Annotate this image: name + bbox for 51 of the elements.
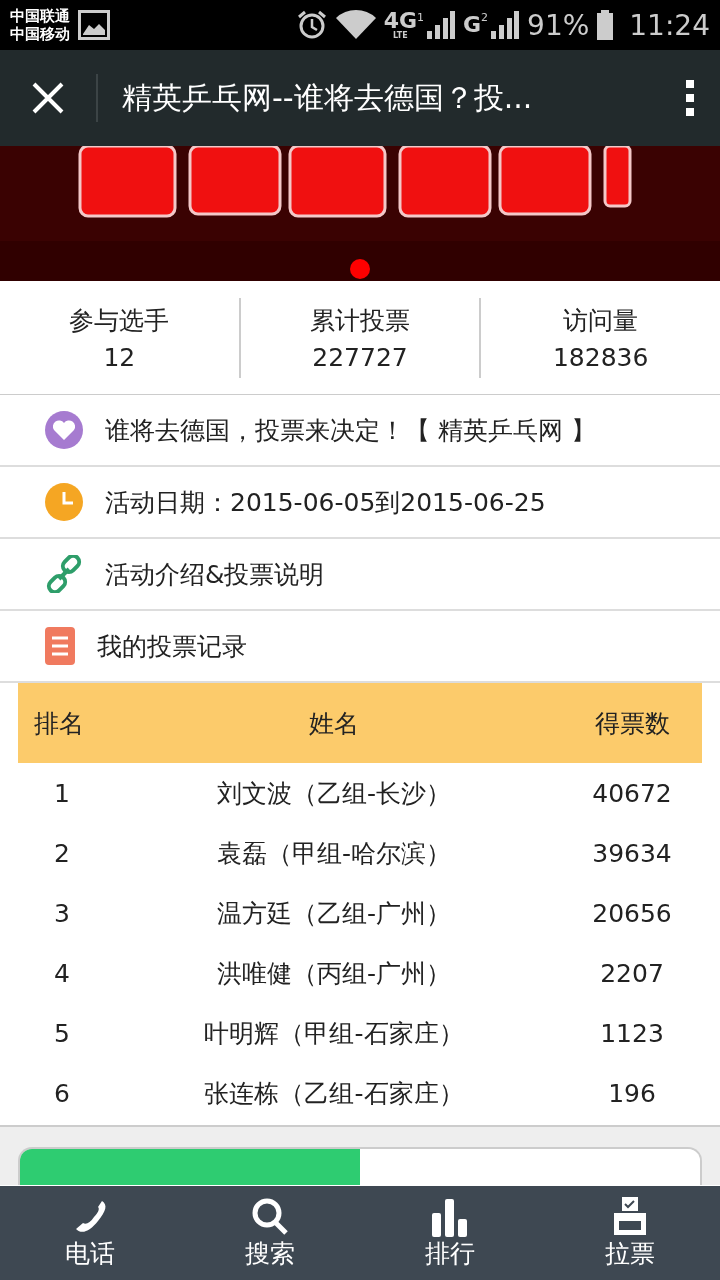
page-title: 精英乒乓网--谁将去德国？投... [122, 78, 534, 117]
battery-icon [597, 10, 614, 40]
link-icon [45, 555, 83, 593]
stat-label: 累计投票 [310, 304, 410, 337]
info-row[interactable]: 谁将去德国，投票来决定！【 精英乒乓网 】 [0, 395, 720, 467]
nav-item[interactable]: 拉票 [540, 1186, 720, 1280]
table-cell-text: 39634 [591, 838, 673, 868]
more-icon [686, 80, 694, 116]
table-cell-text: 6 [53, 1078, 71, 1108]
table-cell-text: 温方廷（乙组-广州） [216, 897, 452, 930]
stat-label: 访问量 [563, 304, 639, 337]
table-cell-text: 刘文波（乙组-长沙） [216, 777, 452, 810]
info-row[interactable]: 活动介绍&投票说明 [0, 539, 720, 611]
close-icon [31, 81, 65, 115]
info-row[interactable]: 活动日期：2015-06-05到2015-06-25 [0, 467, 720, 539]
table-cell-text: 5 [53, 1018, 71, 1048]
table-cell-text: 洪唯健（丙组-广州） [216, 957, 452, 990]
stat-value: 12 [103, 342, 136, 372]
battery-percent: 91% [527, 8, 590, 42]
table-cell-text: 袁磊（甲组-哈尔滨） [216, 837, 452, 870]
clock-time: 11:24 [629, 8, 710, 42]
column-header: 得票数 [593, 707, 671, 740]
stat-value: 182836 [552, 342, 649, 372]
table-cell-text: 叶明辉（甲组-石家庄） [203, 1017, 465, 1050]
wifi-icon [335, 10, 376, 40]
nav-item[interactable]: 搜索 [180, 1186, 360, 1280]
table-cell-text: 20656 [591, 898, 673, 928]
table-cell-text: 3 [53, 898, 71, 928]
stat-value: 227727 [312, 342, 408, 372]
alarm-icon [295, 9, 328, 41]
stat-label: 参与选手 [69, 304, 170, 337]
signal-indicator: 4G LTE 1 [383, 10, 455, 40]
nav-item[interactable]: 排行 [360, 1186, 540, 1280]
table-cell-text: 4 [53, 958, 71, 988]
column-header: 姓名 [308, 707, 360, 740]
carrier-name: 中国联通 [10, 7, 70, 25]
document-icon [45, 627, 75, 665]
table-cell-text: 1 [53, 778, 71, 808]
nav-item[interactable]: 电话 [0, 1186, 180, 1280]
table-cell-text: 40672 [591, 778, 673, 808]
table-cell-text: 2207 [599, 958, 665, 988]
image-icon [78, 10, 110, 40]
table-cell-text: 1123 [599, 1018, 665, 1048]
clock-icon [45, 483, 83, 521]
bar-chart-icon [430, 1196, 470, 1237]
column-header: 排名 [33, 707, 85, 740]
table-cell-text: 2 [53, 838, 71, 868]
table-cell-text: 张连栋（乙组-石家庄） [203, 1077, 465, 1110]
search-icon [250, 1196, 290, 1237]
table-cell-text: 196 [607, 1078, 657, 1108]
carrier-name: 中国移动 [10, 25, 70, 43]
